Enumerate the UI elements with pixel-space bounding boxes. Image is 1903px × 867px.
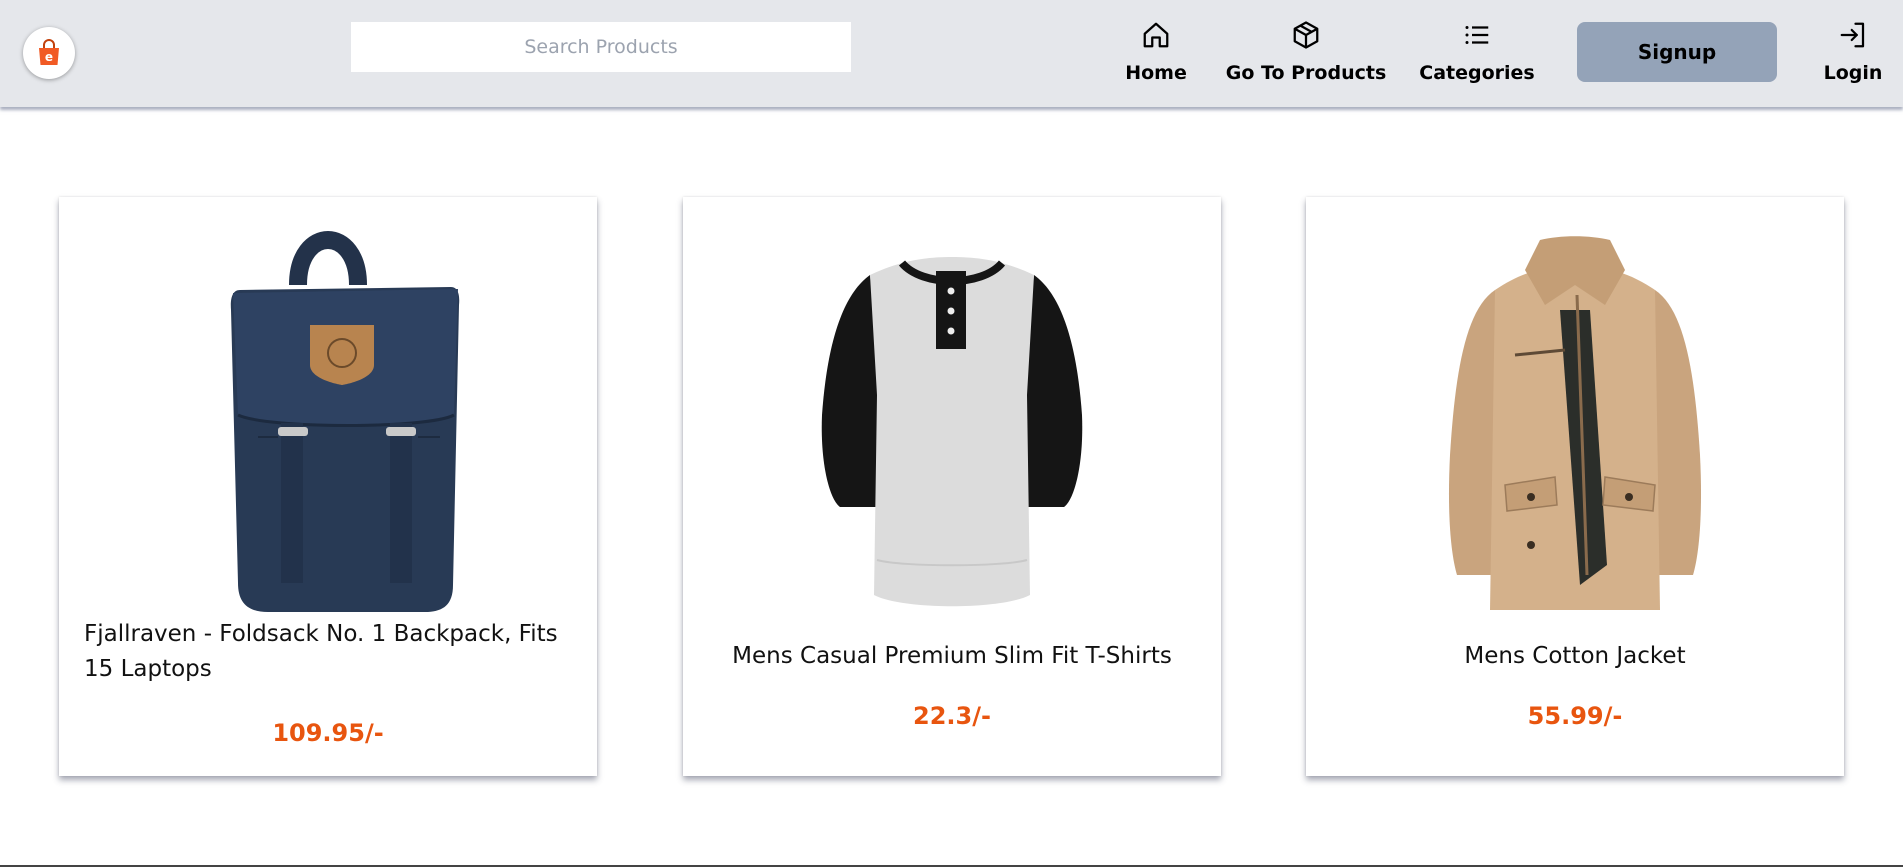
nav-home[interactable]: Home	[1125, 20, 1187, 84]
tshirt-image	[821, 257, 1083, 607]
product-image[interactable]	[59, 215, 597, 615]
logo-letter: e	[45, 50, 53, 64]
product-price: 55.99/-	[1527, 702, 1623, 730]
signup-button[interactable]: Signup	[1577, 22, 1777, 82]
nav-products-label: Go To Products	[1225, 62, 1387, 84]
login-icon	[1840, 22, 1865, 48]
product-card[interactable]: Mens Casual Premium Slim Fit T-Shirts 22…	[683, 197, 1221, 776]
product-title[interactable]: Mens Cotton Jacket	[1331, 639, 1819, 674]
product-title[interactable]: Fjallraven - Foldsack No. 1 Backpack, Fi…	[84, 617, 572, 687]
nav-login[interactable]: Login	[1823, 20, 1883, 84]
product-card[interactable]: Fjallraven - Foldsack No. 1 Backpack, Fi…	[59, 197, 597, 776]
product-image[interactable]	[683, 215, 1221, 615]
logo[interactable]: e	[23, 27, 75, 79]
product-card[interactable]: Mens Cotton Jacket 55.99/-	[1306, 197, 1844, 776]
shopping-bag-icon: e	[39, 39, 59, 65]
package-icon	[1293, 21, 1319, 49]
product-title[interactable]: Mens Casual Premium Slim Fit T-Shirts	[708, 639, 1196, 674]
nav-products[interactable]: Go To Products	[1226, 20, 1386, 84]
nav-home-label: Home	[1125, 62, 1187, 84]
top-navbar: e Home Go To Products Categories Signup	[0, 0, 1903, 107]
nav-categories[interactable]: Categories	[1419, 20, 1535, 84]
product-price: 109.95/-	[272, 719, 384, 747]
backpack-image	[230, 231, 460, 612]
list-icon	[1465, 26, 1489, 44]
nav-login-label: Login	[1823, 62, 1883, 84]
jacket-image	[1448, 236, 1702, 610]
nav-categories-label: Categories	[1419, 62, 1535, 84]
product-price: 22.3/-	[913, 702, 991, 730]
home-icon	[1143, 22, 1169, 48]
search-input[interactable]	[351, 22, 851, 72]
product-image[interactable]	[1306, 215, 1844, 615]
